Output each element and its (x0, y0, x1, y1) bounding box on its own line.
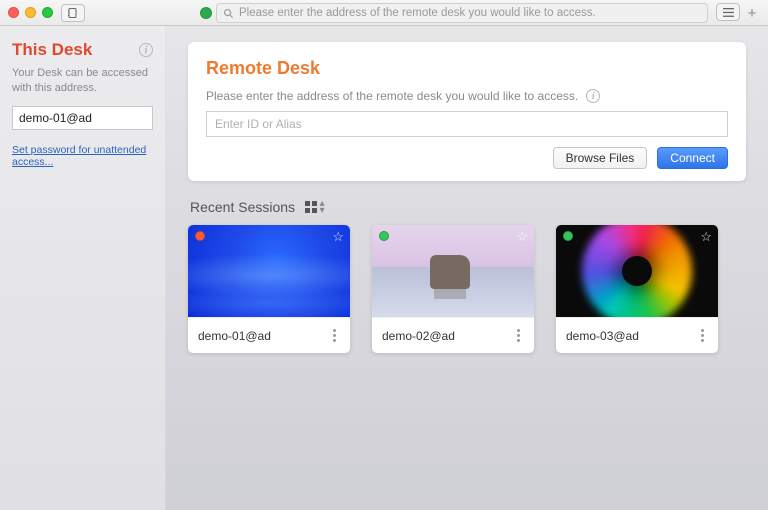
session-menu-button[interactable] (329, 325, 340, 346)
info-icon[interactable]: i (139, 43, 153, 57)
favorite-icon[interactable]: ☆ (332, 229, 344, 245)
remote-address-input[interactable] (206, 111, 728, 137)
session-label: demo-01@ad (198, 329, 271, 343)
close-window-button[interactable] (8, 7, 19, 18)
connect-button[interactable]: Connect (657, 147, 728, 169)
favorite-icon[interactable]: ☆ (516, 229, 528, 245)
status-dot-icon (195, 231, 205, 241)
session-card[interactable]: ☆ demo-01@ad (188, 225, 350, 353)
new-tab-button[interactable]: + (742, 3, 762, 23)
remote-desk-subtitle: Please enter the address of the remote d… (206, 89, 578, 103)
main-content: Remote Desk Please enter the address of … (166, 26, 768, 510)
address-book-icon (68, 8, 78, 18)
session-menu-button[interactable] (513, 325, 524, 346)
session-thumbnail: ☆ (188, 225, 350, 317)
connection-status-icon (200, 7, 212, 19)
remote-desk-title: Remote Desk (206, 58, 728, 79)
sidebar: This Desk i Your Desk can be accessed wi… (0, 26, 166, 510)
session-label: demo-02@ad (382, 329, 455, 343)
this-desk-subtitle: Your Desk can be accessed with this addr… (12, 66, 153, 96)
search-icon (223, 8, 234, 19)
address-placeholder: Please enter the address of the remote d… (239, 7, 596, 19)
set-password-link[interactable]: Set password for unattended access... (12, 144, 153, 168)
session-card[interactable]: ☆ demo-03@ad (556, 225, 718, 353)
address-book-button[interactable] (61, 4, 85, 22)
session-menu-button[interactable] (697, 325, 708, 346)
remote-desk-card: Remote Desk Please enter the address of … (188, 42, 746, 181)
zoom-window-button[interactable] (42, 7, 53, 18)
menu-button[interactable] (716, 3, 740, 21)
address-input[interactable]: Please enter the address of the remote d… (216, 3, 708, 23)
hamburger-icon (723, 8, 734, 17)
status-dot-icon (379, 231, 389, 241)
session-thumbnail: ☆ (372, 225, 534, 317)
minimize-window-button[interactable] (25, 7, 36, 18)
titlebar: Please enter the address of the remote d… (0, 0, 768, 26)
address-bar: Please enter the address of the remote d… (200, 3, 708, 23)
recent-sessions-header: Recent Sessions ▴▾ (190, 199, 746, 215)
this-desk-title: This Desk (12, 40, 92, 60)
this-desk-id-input[interactable] (12, 106, 153, 130)
recent-sessions-list: ☆ demo-01@ad ☆ demo-02@ad (188, 225, 746, 353)
recent-sessions-title: Recent Sessions (190, 199, 295, 215)
view-toggle-button[interactable]: ▴▾ (305, 200, 325, 214)
info-icon[interactable]: i (586, 89, 600, 103)
favorite-icon[interactable]: ☆ (700, 229, 712, 245)
session-label: demo-03@ad (566, 329, 639, 343)
sort-icon: ▴▾ (320, 200, 325, 214)
window-controls (8, 7, 53, 18)
grid-icon (305, 201, 317, 213)
browse-files-button[interactable]: Browse Files (553, 147, 648, 169)
session-thumbnail: ☆ (556, 225, 718, 317)
status-dot-icon (563, 231, 573, 241)
session-card[interactable]: ☆ demo-02@ad (372, 225, 534, 353)
